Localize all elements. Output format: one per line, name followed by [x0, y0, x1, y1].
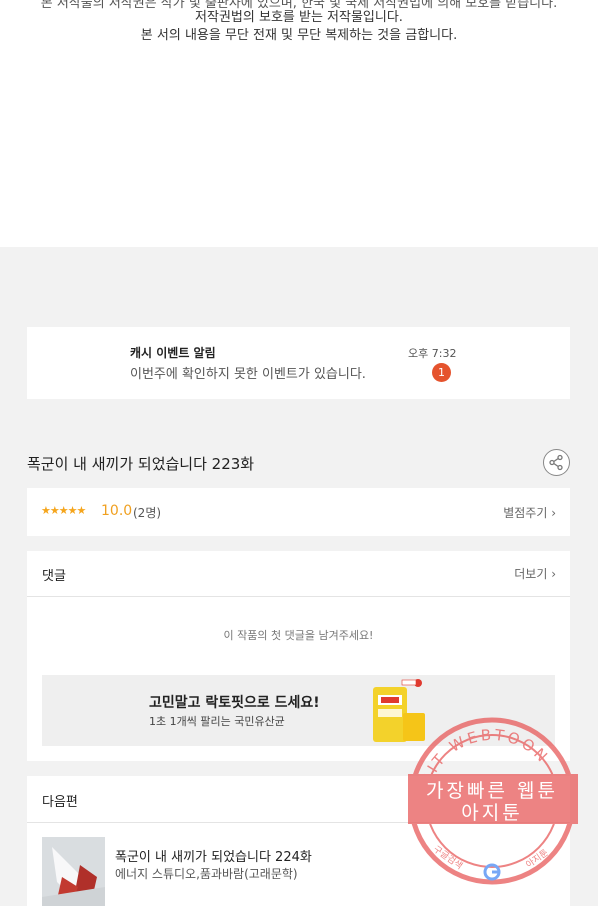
rating-stars: ★★★★★ — [41, 504, 86, 517]
notice-badge: 1 — [432, 363, 451, 382]
comments-empty-text: 이 작품의 첫 댓글을 남겨주세요! — [223, 629, 374, 642]
watermark-stamp: AGIT WEBTOON 가장빠른 웹툰 아지툰 구글검색 아지툰 — [408, 717, 578, 885]
share-button[interactable] — [543, 449, 570, 476]
rating-count: (2명) — [133, 506, 162, 520]
divider — [27, 596, 570, 597]
rating-card: ★★★★★ 10.0 (2명) 별점주기 › — [27, 488, 570, 536]
share-icon — [549, 454, 563, 471]
ad-headline: 고민말고 락토핏으로 드세요! — [149, 695, 320, 711]
notice-time: 오후 7:32 — [408, 347, 457, 360]
episode-title: 폭군이 내 새끼가 되었습니다 223화 — [27, 455, 255, 473]
give-rating-link[interactable]: 별점주기 › — [503, 504, 556, 521]
copyright-section: 본 저작물의 저작권은 작가 및 출판사에 있으며, 한국 및 국제 저작권법에… — [0, 0, 598, 247]
next-episode-header: 다음편 — [42, 795, 78, 810]
next-episode-title: 폭군이 내 새끼가 되었습니다 224화 — [115, 850, 312, 865]
rating-score: 10.0 — [101, 503, 133, 519]
comments-header: 댓글 — [42, 569, 66, 584]
copyright-line-2: 본 서의 내용을 무단 전재 및 무단 복제하는 것을 금합니다. — [140, 28, 458, 43]
notice-title: 캐시 이벤트 알림 — [130, 346, 216, 360]
copyright-line-1: 저작권법의 보호를 받는 저작물입니다. — [195, 10, 403, 25]
watermark-line1: 가장빠른 웹툰 — [426, 780, 558, 802]
watermark-line2: 아지툰 — [461, 802, 522, 824]
cash-event-notice[interactable]: 캐시 이벤트 알림 이번주에 확인하지 못한 이벤트가 있습니다. 오후 7:3… — [27, 327, 570, 399]
notice-message: 이번주에 확인하지 못한 이벤트가 있습니다. — [130, 367, 366, 382]
next-episode-thumbnail[interactable] — [42, 837, 105, 906]
next-episode-author: 에너지 스튜디오,품과바람(고래문학) — [115, 867, 298, 881]
comments-more-link[interactable]: 더보기 › — [514, 565, 556, 582]
ad-subtext: 1초 1개씩 팔리는 국민유산균 — [149, 715, 285, 728]
